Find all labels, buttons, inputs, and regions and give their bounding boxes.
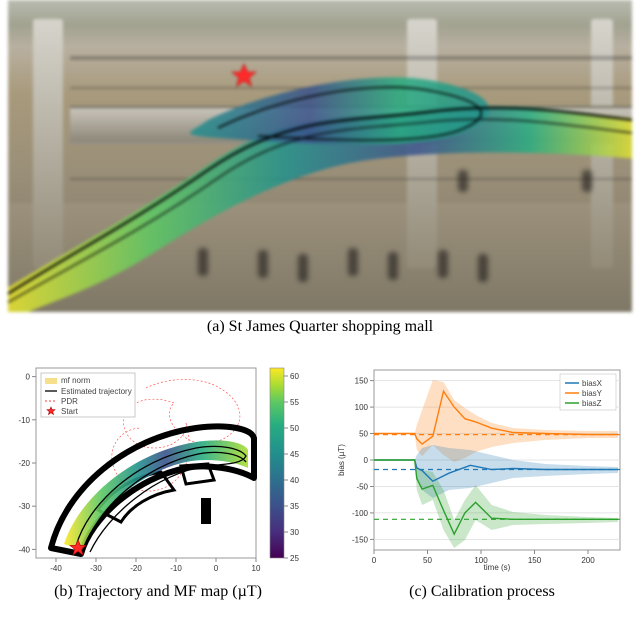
svg-text:-20: -20 <box>130 564 142 573</box>
svg-text:100: 100 <box>355 403 369 412</box>
svg-text:-30: -30 <box>18 502 30 511</box>
y-axis-ticks: -40 -30 -20 -10 0 <box>18 373 36 555</box>
svg-text:200: 200 <box>581 556 595 565</box>
svg-text:30: 30 <box>290 528 299 537</box>
panel-b-chart: -40 -30 -20 -10 0 10 -40 -30 -20 -1 <box>8 362 308 577</box>
svg-text:biasZ: biasZ <box>582 399 602 408</box>
svg-text:0: 0 <box>26 373 31 382</box>
svg-text:biasX: biasX <box>582 379 603 388</box>
svg-text:biasY: biasY <box>582 389 603 398</box>
x-axis-label: time (s) <box>484 563 511 572</box>
svg-text:35: 35 <box>290 502 299 511</box>
floor-pillar <box>201 498 211 524</box>
x-axis-ticks: -40 -30 -20 -10 0 10 <box>50 558 261 573</box>
svg-text:60: 60 <box>290 372 299 381</box>
y-axis-ticks: -150 -100 -50 0 50 100 150 <box>352 377 374 545</box>
panel-b: -40 -30 -20 -10 0 10 -40 -30 -20 -1 <box>8 362 308 601</box>
panel-b-caption: (b) Trajectory and MF map (µT) <box>8 583 308 601</box>
svg-text:150: 150 <box>528 556 542 565</box>
colorbar: 25 30 35 40 45 50 55 60 <box>270 368 299 563</box>
mf-heat-overlay <box>8 0 632 312</box>
svg-text:10: 10 <box>252 564 261 573</box>
svg-text:50: 50 <box>290 424 299 433</box>
svg-text:-10: -10 <box>170 564 182 573</box>
panel-a-image <box>8 0 632 312</box>
svg-text:45: 45 <box>290 450 299 459</box>
star-icon <box>232 64 256 86</box>
panel-c-svg: -150 -100 -50 0 50 100 150 0 50 100 <box>332 362 632 577</box>
svg-text:40: 40 <box>290 476 299 485</box>
svg-text:-30: -30 <box>90 564 102 573</box>
panel-c: -150 -100 -50 0 50 100 150 0 50 100 <box>332 362 632 601</box>
svg-text:0: 0 <box>214 564 219 573</box>
panel-a-caption: (a) St James Quarter shopping mall <box>8 318 632 336</box>
svg-text:-20: -20 <box>18 459 30 468</box>
svg-text:50: 50 <box>423 556 432 565</box>
svg-text:0: 0 <box>372 556 377 565</box>
panel-c-legend: biasX biasY biasZ <box>560 374 616 410</box>
figure-group: (a) St James Quarter shopping mall <box>0 0 640 631</box>
svg-text:Estimated trajectory: Estimated trajectory <box>61 387 132 396</box>
svg-text:25: 25 <box>290 554 299 563</box>
svg-text:-40: -40 <box>50 564 62 573</box>
svg-text:mf norm: mf norm <box>61 376 91 385</box>
svg-text:Start: Start <box>61 407 79 416</box>
svg-text:-150: -150 <box>352 535 369 544</box>
svg-text:55: 55 <box>290 398 299 407</box>
svg-text:-100: -100 <box>352 509 369 518</box>
svg-text:150: 150 <box>355 377 369 386</box>
panel-c-caption: (c) Calibration process <box>332 583 632 601</box>
svg-text:50: 50 <box>359 430 368 439</box>
svg-text:0: 0 <box>364 456 369 465</box>
svg-text:-50: -50 <box>356 483 368 492</box>
svg-text:-40: -40 <box>18 545 30 554</box>
panel-b-svg: -40 -30 -20 -10 0 10 -40 -30 -20 -1 <box>8 362 308 577</box>
svg-text:-10: -10 <box>18 416 30 425</box>
panel-c-chart: -150 -100 -50 0 50 100 150 0 50 100 <box>332 362 632 577</box>
y-axis-label: bias (µT) <box>337 444 346 476</box>
panel-b-legend: mf norm Estimated trajectory PDR Start <box>41 373 135 417</box>
svg-text:PDR: PDR <box>61 397 78 406</box>
bottom-row: -40 -30 -20 -10 0 10 -40 -30 -20 -1 <box>8 362 632 601</box>
